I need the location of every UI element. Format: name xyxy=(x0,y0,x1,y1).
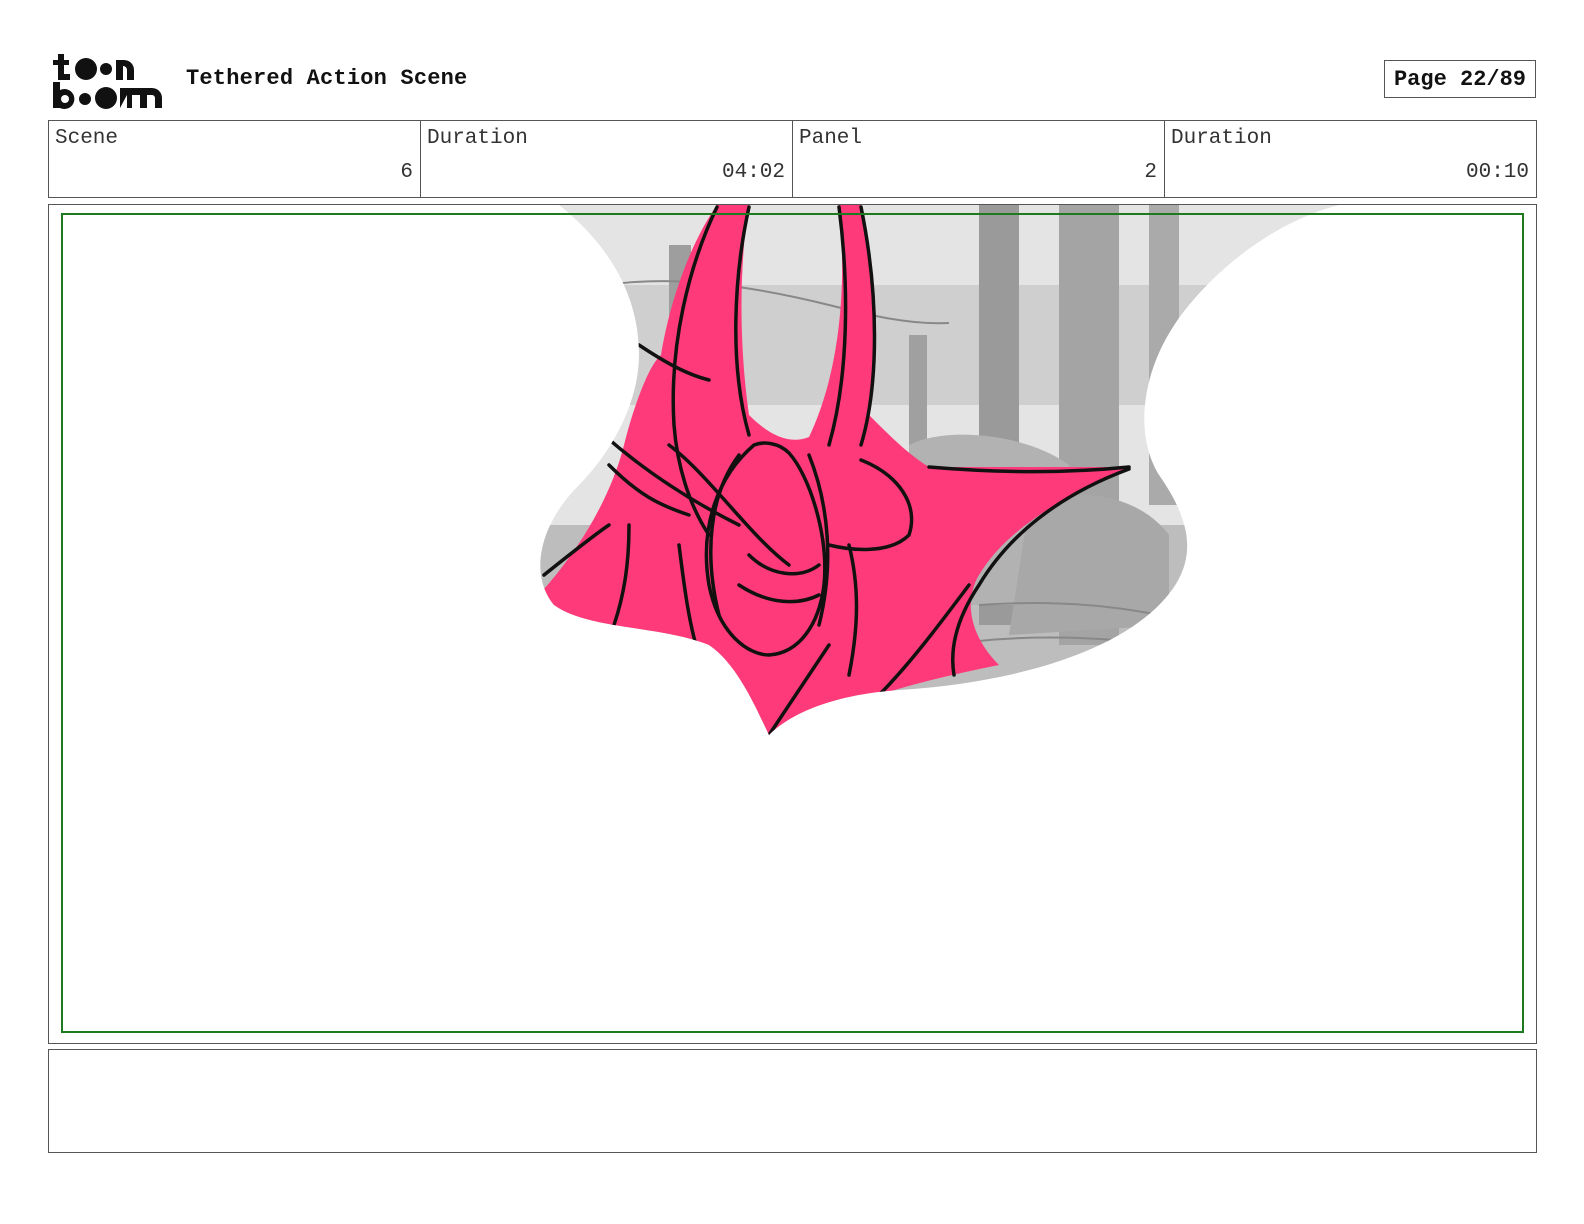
panel-sketch-image xyxy=(540,205,1339,735)
panel-cell: Panel 2 xyxy=(792,121,1164,197)
page-indicator: Page 22/89 xyxy=(1384,60,1536,98)
scene-value: 6 xyxy=(400,161,413,184)
toon-boom-logo: toon xyxy=(53,54,162,109)
panel-value: 2 xyxy=(1144,161,1157,184)
scene-cell: Scene 6 xyxy=(49,121,420,197)
scene-label: Scene xyxy=(55,127,119,150)
scene-duration-label: Duration xyxy=(427,127,528,150)
panel-label: Panel xyxy=(799,127,863,150)
panel-duration-value: 00:10 xyxy=(1465,161,1529,184)
scene-duration-cell: Duration 04:02 xyxy=(420,121,792,197)
panel-duration-label: Duration xyxy=(1171,127,1272,150)
document-title: Tethered Action Scene xyxy=(186,66,468,91)
storyboard-panel xyxy=(48,204,1537,1044)
panel-notes-box[interactable] xyxy=(48,1049,1537,1153)
panel-duration-cell: Duration 00:10 xyxy=(1164,121,1536,197)
panel-info-row: Scene 6 Duration 04:02 Panel 2 Duration … xyxy=(48,120,1537,198)
scene-duration-value: 04:02 xyxy=(721,161,785,184)
